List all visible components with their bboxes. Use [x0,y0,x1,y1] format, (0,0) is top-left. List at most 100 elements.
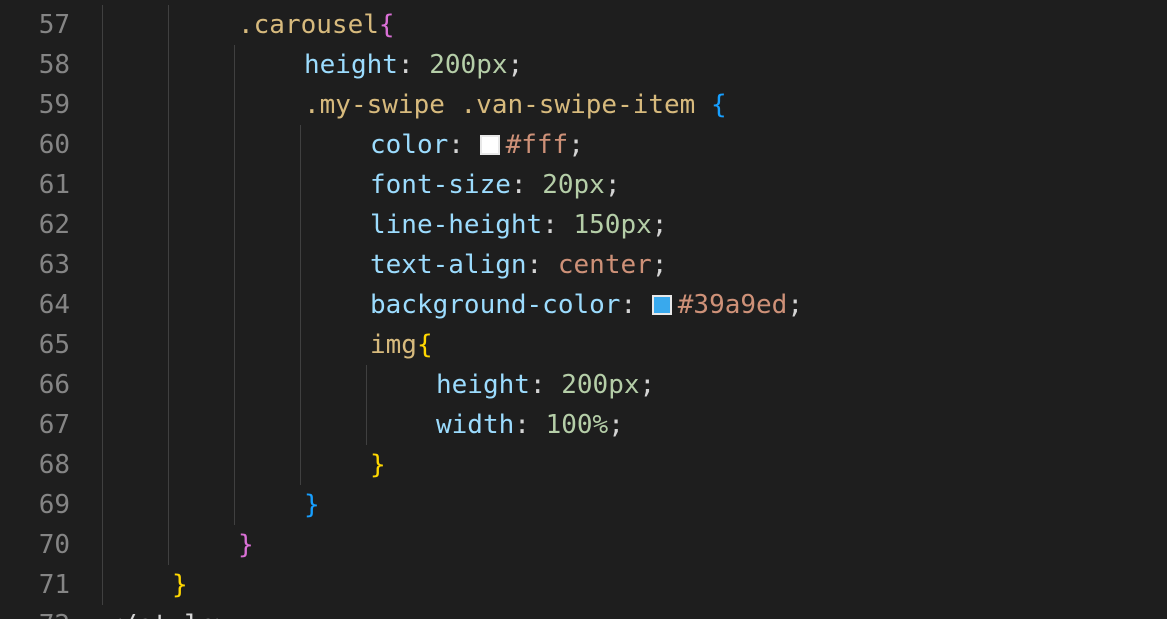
indent-guide [234,485,235,525]
indent-guide [102,85,103,125]
color-swatch-icon[interactable] [479,135,500,155]
code-token: { [416,330,433,360]
indent-guide [102,325,103,365]
indent-guide [168,45,169,85]
code-token: .carousel [238,10,379,40]
indent-guide [102,45,103,85]
code-text: </style> [106,605,231,619]
code-line[interactable]: 59 .my-swipe .van-swipe-item { [0,85,1167,125]
code-text: .my-swipe .van-swipe-item { [304,85,727,125]
indent-guide [234,285,235,325]
indent-guide [234,365,235,405]
code-token: color [370,130,449,160]
code-line[interactable]: 61 font-size: 20px; [0,165,1167,205]
indent-guide [300,325,301,365]
code-line[interactable]: 72 </style> [0,605,1167,619]
line-number: 70 [38,530,70,560]
indent-guide [234,405,235,445]
indent-guide [168,405,169,445]
code-token: 200px [429,50,508,80]
code-token: ; [604,170,621,200]
code-token: : [514,410,546,440]
indent-guide [102,205,103,245]
code-line[interactable]: 62 line-height: 150px; [0,205,1167,245]
code-token: } [304,490,320,520]
line-number: 59 [38,90,70,120]
indent-guide [102,365,103,405]
line-number: 57 [38,10,70,40]
code-token: } [172,570,188,600]
code-token: : [542,210,574,240]
code-token: height [436,370,530,400]
code-token: { [378,10,395,40]
code-token: #39a9ed [677,290,788,320]
code-line[interactable]: 67 width: 100%; [0,405,1167,445]
line-number: 65 [38,330,70,360]
code-text: } [238,525,254,565]
code-line[interactable]: 66 height: 200px; [0,365,1167,405]
code-token: .my-swipe .van-swipe-item [304,90,711,120]
code-line[interactable]: 60 color: #fff; [0,125,1167,165]
code-line[interactable]: 69} [0,485,1167,525]
indent-guide [102,285,103,325]
line-number: 68 [38,450,70,480]
code-token: font-size [370,170,511,200]
indent-guide [300,125,301,165]
indent-guide [102,445,103,485]
indent-guide [300,445,301,485]
indent-guide [168,285,169,325]
code-text: } [172,565,188,605]
line-number: 58 [38,50,70,80]
indent-guide [168,205,169,245]
indent-guide [168,165,169,205]
code-token: 150px [573,210,652,240]
code-text: height: 200px; [436,365,655,405]
code-token: 200px [561,370,640,400]
code-token: : [526,250,558,280]
indent-guide [300,365,301,405]
indent-guide [168,85,169,125]
code-text: img{ [370,325,433,365]
color-swatch-icon[interactable] [651,295,672,315]
indent-guide [234,445,235,485]
code-line[interactable]: 70} [0,525,1167,565]
code-token: : [529,370,562,400]
code-editor[interactable]: 57 .carousel{58 height: 200px; 59 .my-swipe … [0,0,1167,619]
indent-guide [168,245,169,285]
code-token: 100% [545,410,609,440]
line-number: 71 [38,570,70,600]
line-number: 61 [38,170,70,200]
code-text: font-size: 20px; [370,165,620,205]
indent-guide [168,445,169,485]
indent-guide [366,405,367,445]
code-text: height: 200px; [304,45,523,85]
indent-guide [102,405,103,445]
indent-guide [102,565,103,605]
code-line[interactable]: 68} [0,445,1167,485]
line-number: 60 [38,130,70,160]
code-line[interactable]: 57 .carousel{ [0,5,1167,45]
code-text: .carousel{ [238,5,395,45]
line-number: 62 [38,210,70,240]
code-line[interactable]: 65 img{ [0,325,1167,365]
indent-guide [234,325,235,365]
code-token: { [711,90,727,120]
code-token: text-align [370,250,527,280]
line-number: 63 [38,250,70,280]
code-line[interactable]: 58 height: 200px; [0,45,1167,85]
code-token: ; [787,290,803,320]
code-line[interactable]: 64 background-color: #39a9ed; [0,285,1167,325]
indent-guide [234,245,235,285]
code-text: background-color: #39a9ed; [370,285,803,325]
code-token: ; [651,250,668,280]
code-token: width [436,410,515,440]
code-text: color: #fff; [370,125,584,165]
indent-guide [168,365,169,405]
indent-guide [102,485,103,525]
indent-guide [300,285,301,325]
indent-guide [102,245,103,285]
code-text: } [304,485,320,525]
code-line[interactable]: 63 text-align: center; [0,245,1167,285]
code-line[interactable]: 71} [0,565,1167,605]
code-token: : [448,130,480,160]
